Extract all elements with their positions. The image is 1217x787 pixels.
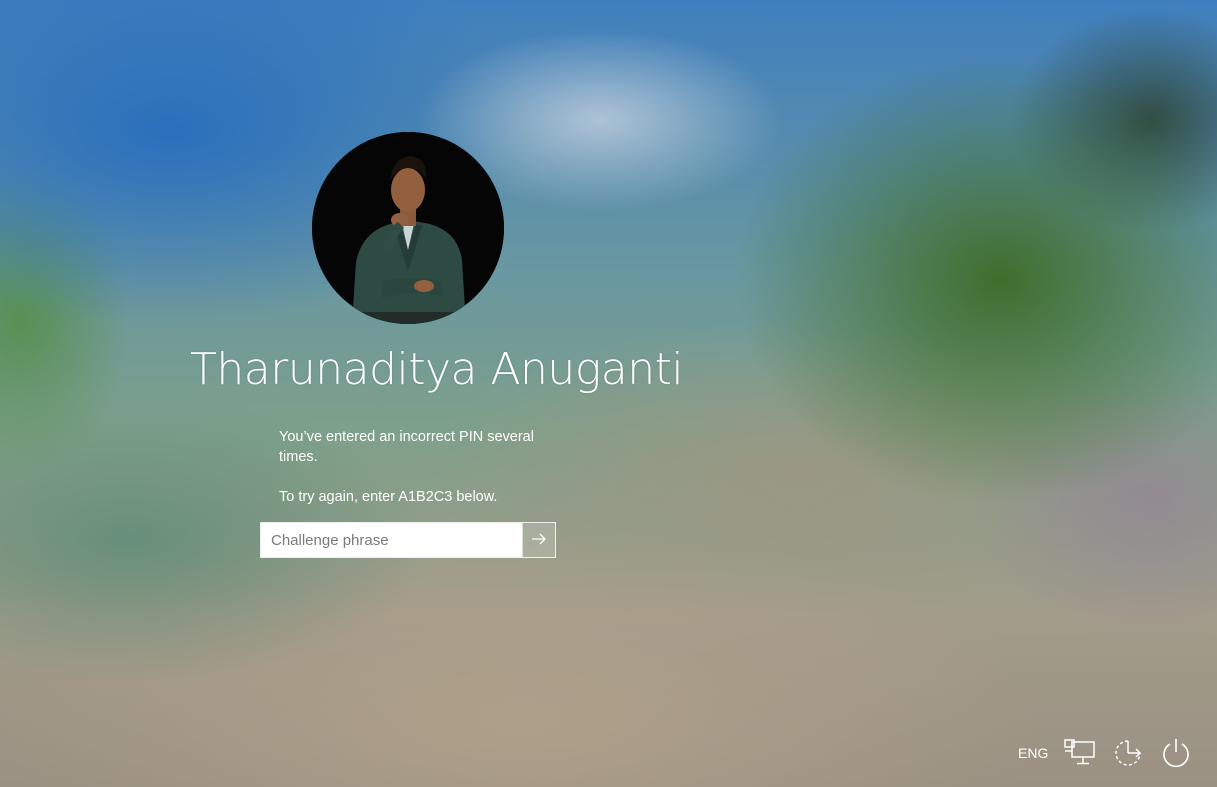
lock-screen: Tharunaditya Anuganti You’ve entered an … [0,0,1217,787]
power-icon [1161,739,1191,773]
user-avatar [312,132,504,324]
language-switcher[interactable]: ENG [1018,745,1048,761]
power-button[interactable] [1161,737,1191,773]
network-button[interactable] [1064,739,1096,771]
challenge-phrase-box [260,522,556,558]
arrow-right-icon [531,531,547,550]
network-icon [1064,739,1096,771]
submit-button[interactable] [522,523,555,557]
challenge-instruction: To try again, enter A1B2C3 below. [279,489,498,505]
lockout-message: You’ve entered an incorrect PIN several … [279,427,559,507]
lockout-message-line: You’ve entered an incorrect PIN several … [279,429,534,465]
ease-of-access-icon [1112,740,1144,772]
user-name: Tharunaditya Anuganti [190,344,684,395]
challenge-phrase-input[interactable] [261,523,522,557]
ease-of-access-button[interactable] [1112,738,1144,772]
